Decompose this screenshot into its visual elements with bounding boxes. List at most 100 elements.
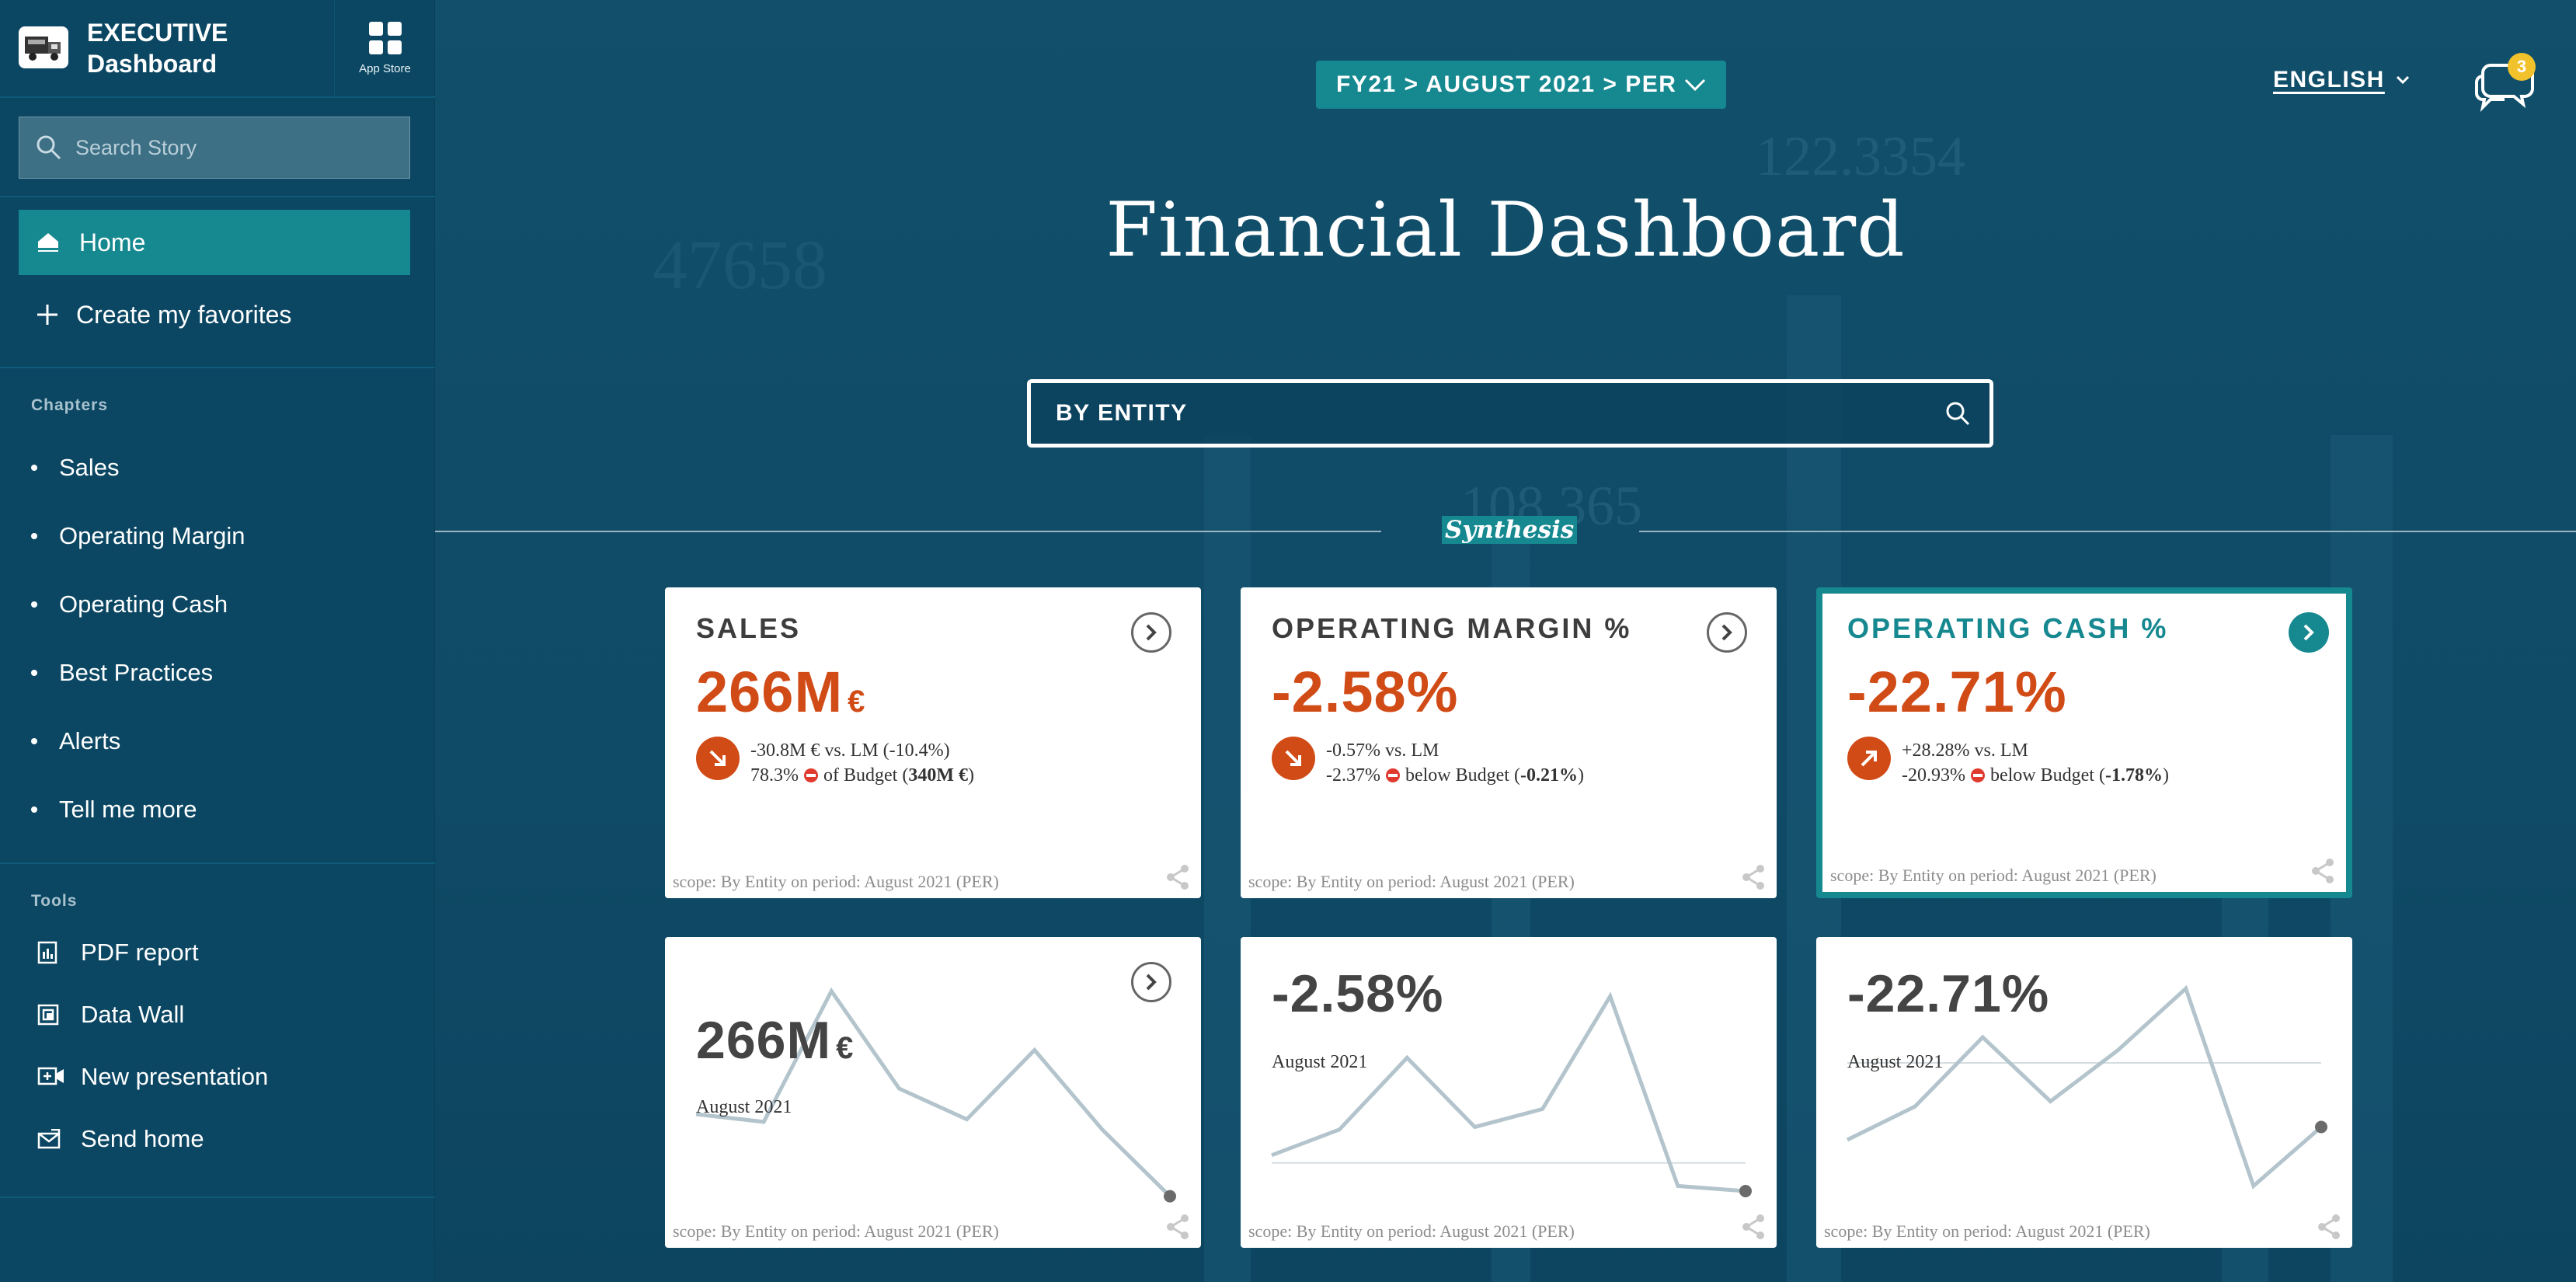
- budget-pct: -20.93%: [1902, 765, 1965, 786]
- chapter-label: Tell me more: [59, 796, 197, 823]
- budget-text: below Budget (: [1985, 765, 2105, 786]
- open-details-button[interactable]: [1707, 612, 1747, 653]
- trend-period: August 2021: [1847, 1052, 1944, 1072]
- chevron-down-icon: [1685, 78, 1706, 92]
- kpi-card-sales[interactable]: SALES 266M € -30.8M € vs. LM (-10.4%) 78.…: [665, 587, 1201, 898]
- trend-card-sales[interactable]: 266M € August 2021 scope: By Entity on pe…: [665, 937, 1201, 1248]
- open-details-button[interactable]: [1131, 612, 1171, 653]
- kpi-unit: €: [848, 685, 866, 719]
- kpi-value: -22.71%: [1847, 659, 2067, 725]
- language-selector[interactable]: ENGLISH: [2273, 67, 2410, 93]
- kpi-vs-last-month: -30.8M € vs. LM (-10.4%): [750, 740, 950, 761]
- bullet-icon: [31, 465, 37, 471]
- budget-close: ): [2162, 765, 2169, 786]
- chapter-sales[interactable]: Sales: [31, 444, 120, 491]
- budget-value: -0.21%: [1519, 765, 1578, 786]
- chapter-label: Best Practices: [59, 659, 214, 686]
- kpi-card-operating-margin[interactable]: OPERATING MARGIN % -2.58% -0.57% vs. LM …: [1241, 587, 1777, 898]
- app-store-button[interactable]: App Store: [334, 0, 435, 96]
- share-icon[interactable]: [1165, 864, 1190, 890]
- kpi-card-operating-cash[interactable]: OPERATING CASH % -22.71% +28.28% vs. LM …: [1816, 587, 2352, 898]
- share-icon[interactable]: [1741, 1214, 1766, 1240]
- tool-data-wall[interactable]: Data Wall: [37, 991, 184, 1038]
- search-icon: [1946, 402, 1970, 426]
- open-details-button[interactable]: [1131, 962, 1171, 1002]
- truck-logo-icon: [19, 26, 68, 68]
- tool-new-presentation[interactable]: New presentation: [37, 1054, 268, 1100]
- share-icon[interactable]: [2310, 858, 2335, 884]
- chapter-alerts[interactable]: Alerts: [31, 718, 120, 765]
- divider: [0, 367, 435, 368]
- trend-up-icon: [1847, 737, 1891, 780]
- trend-value-number: -22.71%: [1847, 964, 2050, 1023]
- chevron-right-icon: [1146, 624, 1157, 641]
- section-divider: [435, 531, 1381, 532]
- search-story-input[interactable]: [75, 135, 402, 160]
- share-icon[interactable]: [1165, 1214, 1190, 1240]
- kpi-vs-budget: -20.93% below Budget (-1.78%): [1902, 763, 2169, 788]
- kpi-detail: +28.28% vs. LM -20.93% below Budget (-1.…: [1902, 738, 2169, 788]
- presentation-icon: [37, 1067, 64, 1085]
- data-wall-icon: [37, 1004, 59, 1026]
- pdf-document-icon: [37, 941, 57, 964]
- share-icon[interactable]: [2317, 1214, 2341, 1240]
- language-label: ENGLISH: [2273, 67, 2385, 92]
- budget-close: ): [967, 765, 974, 786]
- tool-label: Data Wall: [81, 1001, 185, 1028]
- budget-pct: 78.3%: [750, 765, 799, 786]
- share-icon[interactable]: [1741, 864, 1766, 890]
- chapter-label: Operating Cash: [59, 590, 228, 618]
- chapter-operating-cash[interactable]: Operating Cash: [31, 581, 228, 628]
- tool-pdf-report[interactable]: PDF report: [37, 929, 199, 976]
- sparkline-series: [1271, 991, 1746, 1193]
- bullet-icon: [31, 670, 37, 676]
- trend-value-number: -2.58%: [1272, 964, 1444, 1023]
- budget-value: 340M €: [908, 765, 968, 786]
- sparkline: [695, 987, 1176, 1203]
- trend-down-icon: [1272, 737, 1315, 780]
- trend-down-icon: [696, 737, 740, 780]
- background-number: 122.3354: [1756, 125, 1965, 187]
- tools-heading: Tools: [31, 892, 78, 910]
- chapter-operating-margin[interactable]: Operating Margin: [31, 513, 245, 559]
- nav-home[interactable]: Home: [19, 210, 410, 275]
- grid-icon: [368, 21, 402, 54]
- tool-label: PDF report: [81, 939, 199, 966]
- tool-send-home[interactable]: Send home: [37, 1116, 204, 1162]
- chevron-right-icon: [1146, 974, 1157, 991]
- entity-selector[interactable]: BY ENTITY: [1027, 379, 1993, 448]
- kpi-value: -2.58%: [1272, 659, 1458, 725]
- nav-create-favorites[interactable]: Create my favorites: [19, 287, 410, 342]
- chapter-tell-me-more[interactable]: Tell me more: [31, 786, 197, 833]
- trend-card-operating-cash[interactable]: -22.71% August 2021 scope: By Entity on …: [1816, 937, 2352, 1248]
- kpi-value: 266M €: [696, 659, 865, 725]
- bullet-icon: [31, 533, 37, 539]
- stop-sign-icon: [1970, 768, 1985, 782]
- trend-scope: scope: By Entity on period: August 2021 …: [1824, 1221, 2150, 1241]
- trend-value: -2.58%: [1272, 963, 1443, 1024]
- section-divider: [1639, 531, 2576, 532]
- brand[interactable]: EXECUTIVE Dashboard: [0, 0, 334, 96]
- open-details-button[interactable]: [2289, 612, 2329, 653]
- chapter-best-practices[interactable]: Best Practices: [31, 650, 213, 696]
- kpi-title: SALES: [696, 612, 802, 644]
- chevron-right-icon: [2303, 624, 2314, 641]
- nav-home-label: Home: [79, 228, 146, 256]
- main-area: 122.3354 108.365 47658 FY21 > AUGUST 202…: [435, 0, 2576, 1282]
- search-icon: [37, 135, 61, 160]
- bullet-icon: [31, 738, 37, 744]
- kpi-vs-last-month: +28.28% vs. LM: [1902, 740, 2028, 761]
- trend-value-number: 266M: [696, 1011, 832, 1070]
- page-title: Financial Dashboard: [1105, 186, 1906, 273]
- sidebar: EXECUTIVE Dashboard App Store Home Creat…: [0, 0, 435, 1282]
- kpi-detail: -0.57% vs. LM -2.37% below Budget (-0.21…: [1326, 738, 1584, 788]
- budget-value: -1.78%: [2104, 765, 2163, 786]
- chevron-down-icon: [2396, 75, 2409, 85]
- tool-label: Send home: [81, 1125, 204, 1152]
- brand-title: EXECUTIVE Dashboard: [87, 17, 228, 79]
- app-store-label: App Store: [359, 61, 411, 75]
- period-breadcrumb[interactable]: FY21 > AUGUST 2021 > PER: [1316, 61, 1727, 109]
- budget-pct: -2.37%: [1326, 765, 1380, 786]
- search-story-box[interactable]: [19, 117, 410, 179]
- trend-card-operating-margin[interactable]: -2.58% August 2021 scope: By Entity on p…: [1241, 937, 1777, 1248]
